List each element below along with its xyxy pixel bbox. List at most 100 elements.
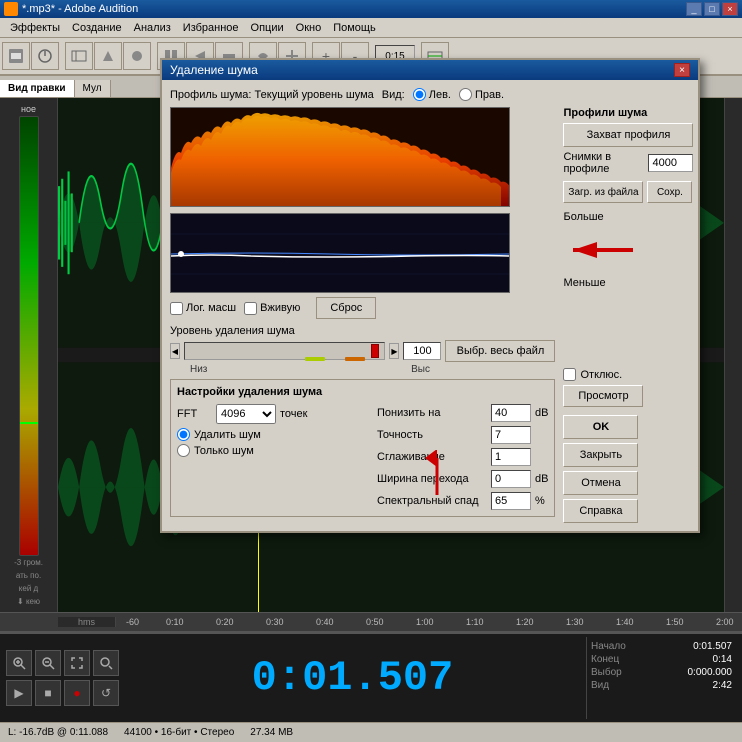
info-end-value: 0:14: [713, 654, 732, 665]
slider-left-arrow[interactable]: ◀: [170, 343, 180, 359]
reduction-slider[interactable]: [184, 342, 385, 360]
disconnect-row: Отклюс.: [563, 368, 693, 381]
info-panel: Начало 0:01.507 Конец 0:14 Выбор 0:000.0…: [586, 637, 736, 719]
toolbar-btn-5[interactable]: [123, 42, 151, 70]
more-label: Больше: [563, 211, 693, 223]
toolbar-btn-3[interactable]: [65, 42, 93, 70]
transport-bar: ▶ ■ ● ↺ 0:01.507 Начало 0:01.507 Конец 0…: [0, 632, 742, 722]
left-channel-radio[interactable]: [413, 88, 426, 101]
play-btn[interactable]: ▶: [6, 680, 32, 706]
zoom-select-btn[interactable]: [93, 650, 119, 676]
menu-create[interactable]: Создание: [66, 20, 128, 36]
precision-input[interactable]: [491, 426, 531, 444]
select-whole-file-btn[interactable]: Выбр. весь файл: [445, 340, 555, 362]
menu-analysis[interactable]: Анализ: [128, 20, 177, 36]
toolbar-btn-4[interactable]: [94, 42, 122, 70]
view-label: Вид:: [382, 89, 405, 101]
spectral-input[interactable]: [491, 492, 531, 510]
toolbar-btn-2[interactable]: [31, 42, 59, 70]
smoothing-input[interactable]: [491, 448, 531, 466]
reduction-level-label: Уровень удаления шума: [170, 325, 555, 337]
capture-profile-btn[interactable]: Захват профиля: [563, 123, 693, 147]
info-view-value: 2:42: [713, 680, 732, 691]
upward-arrow-annotation: [422, 450, 452, 503]
info-end-label: Конец: [591, 654, 619, 665]
menu-window[interactable]: Окно: [290, 20, 328, 36]
reset-button[interactable]: Сброс: [316, 297, 376, 319]
status-format: 44100 • 16-бит • Стерео: [124, 727, 234, 738]
only-noise-radio[interactable]: [177, 444, 190, 457]
transition-input[interactable]: [491, 470, 531, 488]
log-scale-label: Лог. масш: [186, 302, 236, 314]
menu-favorites[interactable]: Избранное: [177, 20, 245, 36]
status-bar: L: -16.7dB @ 0:11.088 44100 • 16-бит • С…: [0, 722, 742, 742]
info-selection-label: Выбор: [591, 667, 622, 678]
zoom-in-btn[interactable]: [6, 650, 32, 676]
reduce-by-label: Понизить на: [377, 407, 487, 419]
preview-btn[interactable]: Просмотр: [563, 385, 643, 407]
tab-multitrack[interactable]: Мул: [75, 80, 111, 97]
profile-label: Профиль шума: Текущий уровень шума: [170, 89, 374, 101]
close-button[interactable]: ×: [722, 2, 738, 16]
fft-label: FFT: [177, 408, 212, 420]
right-panel: [724, 98, 742, 612]
app-icon: [4, 2, 18, 16]
right-channel-radio[interactable]: [459, 88, 472, 101]
maximize-button[interactable]: □: [704, 2, 720, 16]
fft-unit: точек: [280, 408, 307, 420]
transition-unit: dB: [535, 473, 548, 485]
red-arrow-icon: [563, 235, 643, 265]
level-panel: ное -3 гром. ать по. кей д ⬇ кею: [0, 98, 58, 612]
checkbox-row: Лог. масш Вживую Сброс: [170, 297, 555, 319]
reduction-level-section: Уровень удаления шума ◀ ▶ 100 Выбр. весь…: [170, 325, 555, 375]
spectral-unit: %: [535, 495, 545, 507]
disconnect-checkbox[interactable]: [563, 368, 576, 381]
timeline: hms -60 0:10 0:20 0:30 0:40 0:50 1:00 1:…: [0, 612, 742, 632]
transport-controls: ▶ ■ ● ↺: [6, 650, 119, 706]
toolbar-btn-1[interactable]: [2, 42, 30, 70]
high-label: Выс: [411, 364, 430, 375]
minimize-button[interactable]: _: [686, 2, 702, 16]
zoom-out-btn[interactable]: [35, 650, 61, 676]
time-value: 0:01.507: [252, 654, 454, 702]
tab-view-edit[interactable]: Вид правки: [0, 80, 75, 97]
ok-btn[interactable]: OK: [563, 415, 638, 439]
time-display: 0:01.507: [127, 654, 578, 702]
fft-select[interactable]: 4096: [216, 404, 276, 424]
disconnect-label: Отклюс.: [580, 369, 622, 381]
settings-panel: Настройки удаления шума FFT 4096 точек: [170, 379, 555, 517]
less-label: Меньше: [563, 277, 693, 289]
title-bar: *.mp3* - Adobe Audition _ □ ×: [0, 0, 742, 18]
remove-noise-radio[interactable]: [177, 428, 190, 441]
menu-help[interactable]: Помощь: [327, 20, 382, 36]
title-controls: _ □ ×: [686, 2, 738, 16]
noise-reduction-chart: [170, 213, 510, 293]
load-file-btn[interactable]: Загр. из файла: [563, 181, 643, 203]
help-btn[interactable]: Справка: [563, 499, 638, 523]
noise-removal-dialog: Удаление шума × Профиль шума: Текущий ур…: [160, 58, 700, 533]
record-btn[interactable]: ●: [64, 680, 90, 706]
live-label: Вживую: [260, 302, 300, 314]
snapshots-input[interactable]: [648, 154, 693, 172]
menu-effects[interactable]: Эффекты: [4, 20, 66, 36]
dialog-close-button[interactable]: ×: [674, 63, 690, 77]
zoom-fit-btn[interactable]: [64, 650, 90, 676]
stop-btn[interactable]: ■: [35, 680, 61, 706]
save-btn[interactable]: Сохр.: [647, 181, 692, 203]
dialog-title-text: Удаление шума: [170, 63, 258, 77]
loop-btn[interactable]: ↺: [93, 680, 119, 706]
snapshots-label: Снимки в профиле: [563, 151, 644, 175]
info-start-label: Начало: [591, 641, 626, 652]
dialog-title-bar: Удаление шума ×: [162, 60, 698, 80]
close-dialog-btn[interactable]: Закрыть: [563, 443, 638, 467]
menu-options[interactable]: Опции: [245, 20, 290, 36]
slider-right-arrow[interactable]: ▶: [389, 343, 399, 359]
log-scale-checkbox[interactable]: [170, 302, 183, 315]
reduce-value-input[interactable]: [491, 404, 531, 422]
low-label: Низ: [190, 364, 207, 375]
settings-title: Настройки удаления шума: [177, 386, 548, 398]
noise-profile-chart: [170, 107, 510, 207]
action-buttons: OK Закрыть Отмена Справка: [563, 415, 693, 523]
live-checkbox[interactable]: [244, 302, 257, 315]
cancel-btn[interactable]: Отмена: [563, 471, 638, 495]
